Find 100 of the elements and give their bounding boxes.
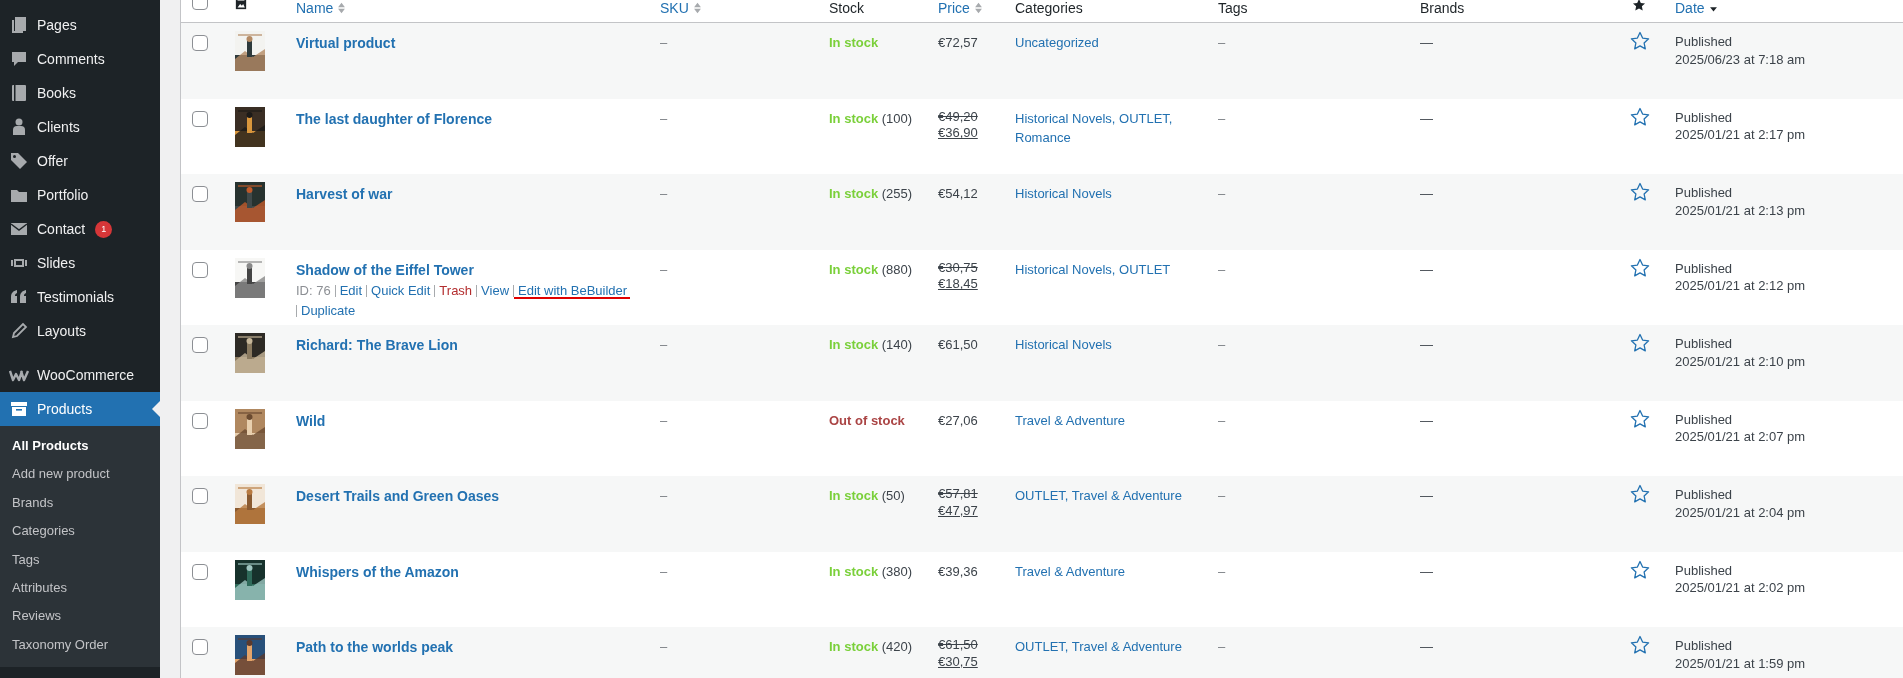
- row-checkbox[interactable]: [192, 639, 208, 655]
- row-action-link[interactable]: Edit with BeBuilder: [513, 284, 632, 297]
- product-name-link[interactable]: Virtual product: [296, 33, 640, 54]
- trash-link[interactable]: Trash: [434, 284, 477, 297]
- category-links[interactable]: Historical Novels, OUTLET, Romance: [1015, 108, 1198, 148]
- sidebar-menu-item[interactable]: Offer: [0, 144, 160, 178]
- category-links[interactable]: Historical Novels, OUTLET: [1015, 259, 1198, 279]
- category-links[interactable]: Historical Novels: [1015, 335, 1198, 355]
- featured-star-icon[interactable]: [1630, 31, 1650, 51]
- publish-date: 2025/01/21 at 2:17 pm: [1675, 126, 1807, 145]
- sidebar-menu-item[interactable]: Portfolio: [0, 178, 160, 212]
- product-name-link[interactable]: Whispers of the Amazon: [296, 561, 640, 583]
- sku-cell: –: [660, 110, 668, 126]
- submenu-item[interactable]: All Products: [0, 432, 160, 461]
- post-status: Published: [1675, 184, 1734, 202]
- row-checkbox[interactable]: [192, 35, 208, 51]
- sku-cell: –: [660, 412, 668, 428]
- sku-cell: –: [660, 488, 668, 503]
- price: €72,57: [938, 35, 978, 50]
- product-name-link[interactable]: Shadow of the Eiffel Tower: [296, 259, 640, 281]
- post-status: Published: [1675, 259, 1734, 278]
- sidebar-menu-item[interactable]: Books: [0, 76, 160, 110]
- publish-date: 2025/06/23 at 7:18 am: [1675, 50, 1807, 69]
- stock-count: (420): [881, 639, 913, 654]
- row-checkbox[interactable]: [192, 337, 208, 353]
- featured-star-icon[interactable]: [1630, 559, 1650, 580]
- column-header[interactable]: Price: [938, 0, 970, 16]
- submenu-item[interactable]: Brands: [0, 488, 160, 518]
- row-action-link[interactable]: View: [476, 284, 514, 297]
- category-links[interactable]: Travel & Adventure: [1015, 561, 1198, 581]
- stock-count: (100): [881, 110, 913, 126]
- sidebar-menu-item[interactable]: Contact 1: [0, 212, 160, 246]
- sidebar-menu-item[interactable]: Layouts: [0, 314, 160, 348]
- submenu-item[interactable]: Reviews: [0, 602, 160, 631]
- submenu-item[interactable]: Attributes: [0, 573, 160, 603]
- row-checkbox[interactable]: [192, 186, 208, 202]
- row-checkbox[interactable]: [192, 261, 208, 278]
- row-action-link[interactable]: Quick Edit: [366, 284, 435, 297]
- product-name-link[interactable]: Desert Trails and Green Oases: [296, 486, 640, 507]
- tags-cell: –: [1218, 35, 1226, 50]
- stock-count: (880): [881, 261, 913, 277]
- sidebar-menu-item[interactable]: WooCommerce: [0, 358, 160, 392]
- sku-cell: –: [660, 563, 668, 579]
- product-id: ID: 76: [296, 284, 332, 297]
- category-links[interactable]: Historical Novels: [1015, 184, 1198, 204]
- stock-count: (50): [881, 488, 905, 503]
- sku-cell: –: [660, 261, 668, 277]
- category-links[interactable]: Uncategorized: [1015, 33, 1198, 53]
- box-icon: [9, 399, 29, 419]
- publish-date: 2025/01/21 at 2:13 pm: [1675, 201, 1807, 220]
- featured-star-icon[interactable]: [1630, 257, 1650, 278]
- stock-count: (140): [881, 337, 913, 352]
- row-checkbox[interactable]: [192, 412, 208, 429]
- submenu-item[interactable]: Add new product: [0, 460, 160, 489]
- stock-status: In stock: [829, 110, 879, 126]
- category-links[interactable]: Travel & Adventure: [1015, 410, 1198, 430]
- sidebar-menu-item[interactable]: Testimonials: [0, 280, 160, 314]
- product-name-link[interactable]: Harvest of war: [296, 184, 640, 205]
- row-action-link[interactable]: Edit: [334, 284, 367, 297]
- sidebar-menu-item[interactable]: Slides: [0, 246, 160, 280]
- stock-status: In stock: [829, 35, 879, 50]
- publish-date: 2025/01/21 at 2:04 pm: [1675, 503, 1807, 522]
- regular-price: €30,75: [938, 259, 979, 277]
- post-status: Published: [1675, 410, 1734, 429]
- featured-star-icon[interactable]: [1630, 182, 1650, 202]
- category-links[interactable]: OUTLET, Travel & Adventure: [1015, 486, 1198, 506]
- tags-cell: –: [1218, 110, 1226, 126]
- product-name-link[interactable]: The last daughter of Florence: [296, 108, 640, 130]
- stock-status: Out of stock: [829, 412, 905, 428]
- featured-star-icon[interactable]: [1630, 484, 1650, 504]
- sidebar-menu-item[interactable]: Comments: [0, 42, 160, 76]
- featured-star-icon[interactable]: [1630, 106, 1650, 127]
- post-status: Published: [1675, 33, 1734, 51]
- column-header[interactable]: SKU: [660, 0, 689, 16]
- column-header: Categories: [1015, 0, 1083, 16]
- product-name-link[interactable]: Wild: [296, 410, 640, 432]
- submenu-item[interactable]: Categories: [0, 517, 160, 546]
- product-name-link[interactable]: Richard: The Brave Lion: [296, 335, 640, 356]
- product-name-link[interactable]: Path to the worlds peak: [296, 637, 640, 658]
- post-status: Published: [1675, 561, 1734, 580]
- sidebar-menu-item[interactable]: Pages: [0, 8, 160, 42]
- featured-star-icon[interactable]: [1630, 408, 1650, 429]
- featured-star-icon[interactable]: [1630, 333, 1650, 353]
- tags-cell: –: [1218, 412, 1226, 428]
- tag-icon: [9, 151, 29, 171]
- category-links[interactable]: OUTLET, Travel & Adventure: [1015, 637, 1198, 657]
- column-header: Brands: [1420, 0, 1465, 16]
- submenu-item[interactable]: Tags: [0, 545, 160, 574]
- sidebar-menu-item[interactable]: Clients: [0, 110, 160, 144]
- row-checkbox[interactable]: [192, 110, 208, 127]
- row-checkbox[interactable]: [192, 488, 208, 504]
- row-checkbox[interactable]: [192, 563, 208, 580]
- submenu-item[interactable]: Taxonomy Order: [0, 630, 160, 660]
- column-header[interactable]: Name: [296, 0, 334, 16]
- featured-star-icon[interactable]: [1630, 635, 1650, 655]
- row-action-link[interactable]: Duplicate: [296, 304, 360, 317]
- column-header[interactable]: Date: [1675, 0, 1705, 16]
- sidebar-menu-item[interactable]: Products: [0, 392, 160, 426]
- column-header: Stock: [829, 0, 864, 16]
- tags-cell: –: [1218, 563, 1226, 579]
